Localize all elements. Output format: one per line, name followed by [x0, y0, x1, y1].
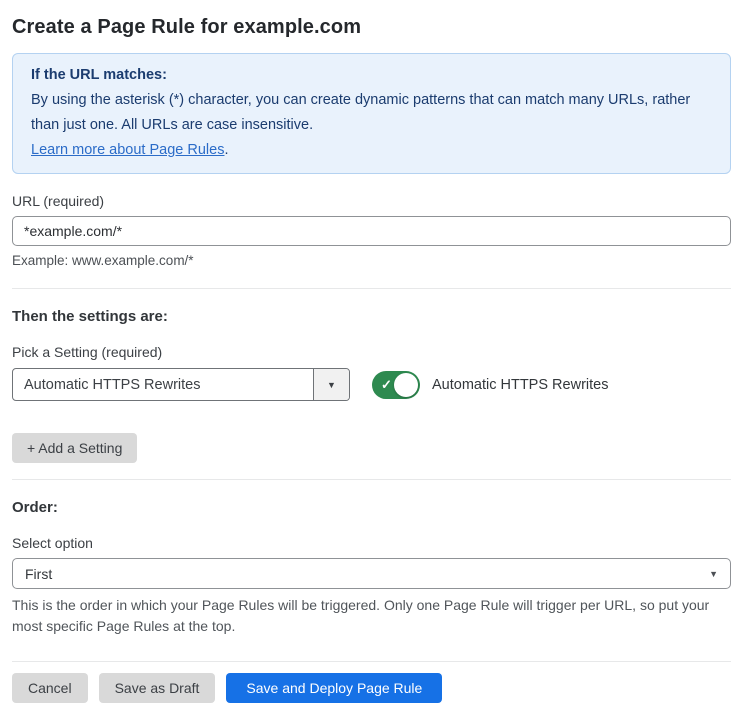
url-example-helper: Example: www.example.com/* [12, 253, 194, 268]
setting-dropdown[interactable]: Automatic HTTPS Rewrites ▼ [12, 368, 350, 401]
save-deploy-button[interactable]: Save and Deploy Page Rule [226, 673, 443, 703]
url-label: URL (required) [12, 193, 105, 209]
chevron-down-icon[interactable]: ▼ [313, 369, 349, 400]
info-box-body: By using the asterisk (*) character, you… [31, 92, 691, 158]
learn-more-link[interactable]: Learn more about Page Rules [31, 142, 224, 158]
save-draft-button[interactable]: Save as Draft [98, 673, 216, 703]
add-setting-button[interactable]: + Add a Setting [12, 433, 138, 463]
setting-row: Automatic HTTPS Rewrites ▼ ✓ Automatic H… [12, 368, 731, 401]
order-select[interactable]: First ▼ [12, 558, 731, 589]
url-input[interactable] [12, 216, 731, 246]
setting-toggle[interactable]: ✓ [372, 370, 420, 399]
info-box-title: If the URL matches: [31, 67, 167, 83]
settings-heading: Then the settings are: [12, 308, 168, 325]
check-icon: ✓ [381, 376, 392, 392]
toggle-knob [394, 372, 418, 397]
order-heading: Order: [12, 499, 58, 516]
select-option-label: Select option [12, 535, 93, 551]
divider [12, 288, 731, 289]
order-helper-text: This is the order in which your Page Rul… [12, 597, 710, 634]
link-suffix: . [224, 142, 229, 158]
create-page-rule-form: Create a Page Rule for example.com If th… [0, 0, 743, 703]
url-match-info-box: If the URL matches: By using the asteris… [12, 53, 731, 174]
setting-toggle-label: Automatic HTTPS Rewrites [432, 376, 609, 393]
cancel-button[interactable]: Cancel [12, 673, 88, 703]
page-title: Create a Page Rule for example.com [12, 16, 362, 38]
divider [12, 479, 731, 480]
pick-setting-label: Pick a Setting (required) [12, 344, 163, 360]
setting-dropdown-value: Automatic HTTPS Rewrites [24, 376, 201, 393]
divider [12, 661, 731, 662]
order-select-value: First [25, 565, 53, 582]
chevron-down-icon: ▼ [709, 568, 718, 579]
footer-actions: Cancel Save as Draft Save and Deploy Pag… [12, 673, 731, 703]
